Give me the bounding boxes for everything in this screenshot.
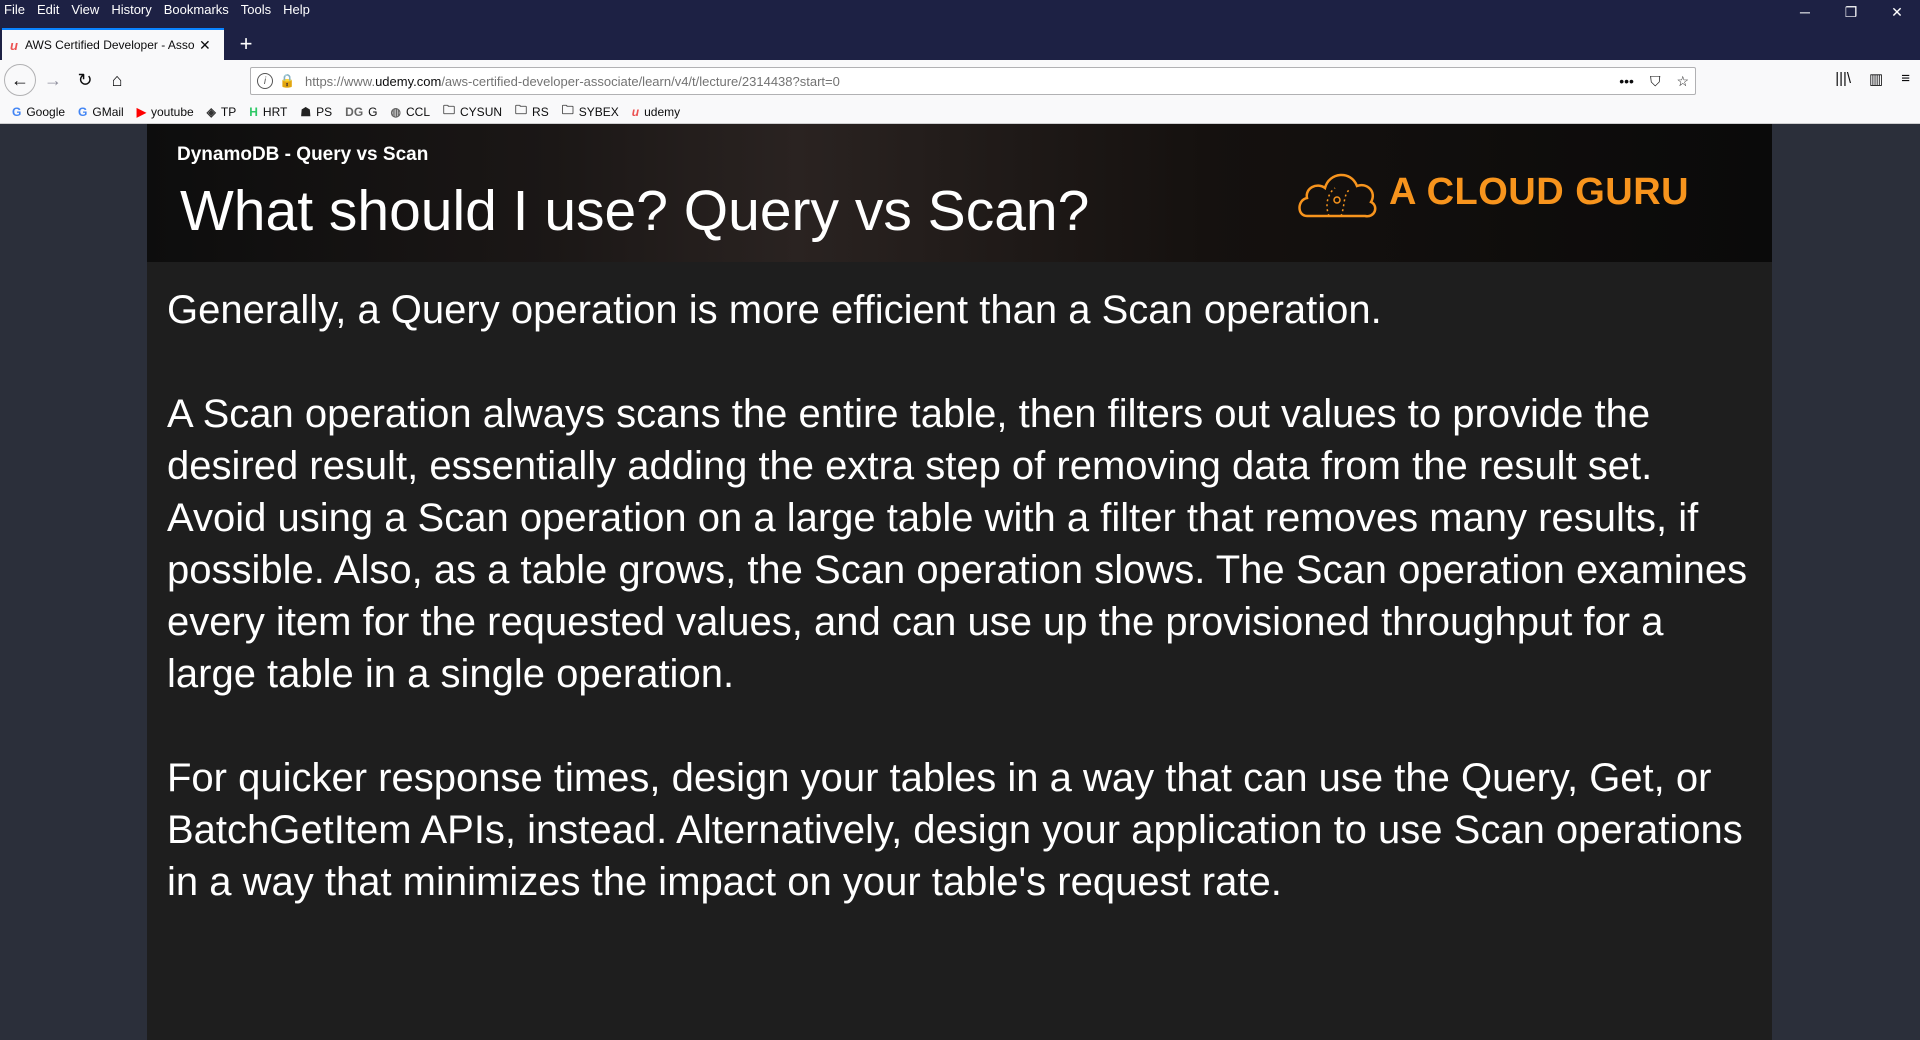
menu-bookmarks[interactable]: Bookmarks	[164, 2, 229, 17]
bookmark-tp[interactable]: ◈ TP	[207, 105, 237, 119]
globe-icon: ◍	[390, 104, 401, 119]
menu-history[interactable]: History	[111, 2, 151, 17]
bookmarks-bar: G Google G GMail ▶ youtube ◈ TP H HRT ☗ PS DG G…	[0, 100, 1920, 124]
bookmark-label: HRT	[262, 104, 288, 119]
restore-icon[interactable]: ❐	[1828, 0, 1874, 24]
folder-icon: 🗀	[561, 103, 574, 117]
logo-text: A CLOUD GURU	[1389, 170, 1690, 213]
bookmark-label: SYBEX	[578, 104, 619, 119]
title-bar: File Edit View History Bookmarks Tools H…	[0, 0, 1920, 24]
tab-active[interactable]: u AWS Certified Developer - Asso ✕	[2, 28, 224, 60]
bookmark-google[interactable]: G Google	[12, 105, 65, 119]
new-tab-button[interactable]: +	[230, 28, 262, 60]
bookmark-udemy[interactable]: u udemy	[632, 105, 680, 119]
url-bar[interactable]: i 🔒 https://www.udemy.com/aws-certified-…	[250, 67, 1696, 95]
pocket-icon[interactable]: ⛉	[1650, 73, 1661, 90]
bookmark-hrt[interactable]: H HRT	[249, 105, 287, 119]
bookmark-label: Google	[26, 104, 66, 119]
dg-icon: DG	[345, 104, 364, 119]
menu-view[interactable]: View	[71, 2, 99, 17]
youtube-icon: ▶	[136, 104, 146, 119]
tab-title: AWS Certified Developer - Asso	[24, 38, 195, 52]
a-cloud-guru-logo: A CLOUD GURU	[1295, 160, 1689, 224]
url-text[interactable]: https://www.udemy.com/aws-certified-deve…	[305, 74, 1609, 89]
bookmark-ccl[interactable]: ◍ CCL	[391, 105, 431, 119]
tab-strip: u AWS Certified Developer - Asso ✕ +	[0, 24, 1920, 60]
sidebar-icon[interactable]: ▥	[1869, 70, 1883, 88]
url-domain: udemy.com	[375, 73, 442, 89]
back-button[interactable]: ←	[4, 64, 36, 96]
toolbar-right: |||\ ▥ ≡	[1835, 70, 1910, 88]
bookmark-ps[interactable]: ☗ PS	[300, 105, 332, 119]
forward-button[interactable]: →	[38, 65, 68, 95]
menu-file[interactable]: File	[4, 2, 25, 17]
ps-icon: ☗	[300, 104, 312, 119]
minimize-icon[interactable]: ─	[1782, 0, 1828, 24]
slide-title: What should I use? Query vs Scan?	[180, 179, 1090, 243]
tab-close-icon[interactable]: ✕	[199, 37, 211, 54]
page-actions-icon[interactable]: •••	[1619, 73, 1634, 90]
url-actions: ••• ⛉ ☆	[1619, 73, 1689, 90]
google-icon: G	[78, 104, 88, 119]
lecture-slide: DynamoDB - Query vs Scan What should I u…	[147, 124, 1772, 1040]
bookmark-rs[interactable]: 🗀 RS	[515, 101, 549, 122]
udemy-icon: u	[631, 104, 640, 119]
folder-icon: 🗀	[515, 103, 528, 117]
bookmark-label: CYSUN	[460, 104, 503, 119]
menu-edit[interactable]: Edit	[37, 2, 59, 17]
close-window-icon[interactable]: ✕	[1874, 0, 1920, 24]
hackerrank-icon: H	[249, 104, 258, 119]
menu-tools[interactable]: Tools	[241, 2, 271, 17]
lecture-label: DynamoDB - Query vs Scan	[177, 144, 429, 165]
bookmark-label: udemy	[644, 104, 681, 119]
cloud-logo-icon	[1298, 173, 1377, 218]
window-controls: ─ ❐ ✕	[1782, 0, 1920, 24]
google-icon: G	[12, 104, 22, 119]
bookmark-cysun[interactable]: 🗀 CYSUN	[443, 101, 502, 122]
bookmark-sybex[interactable]: 🗀 SYBEX	[562, 101, 619, 122]
bookmark-youtube[interactable]: ▶ youtube	[137, 105, 194, 119]
url-prefix: https://www.	[305, 73, 376, 89]
bookmark-label: CCL	[405, 104, 430, 119]
bookmark-star-icon[interactable]: ☆	[1676, 73, 1689, 90]
video-stage[interactable]: DynamoDB - Query vs Scan What should I u…	[0, 124, 1920, 1040]
lock-icon[interactable]: 🔒	[279, 73, 297, 89]
bookmark-label: RS	[532, 104, 549, 119]
site-info-icon[interactable]: i	[257, 73, 273, 89]
bookmark-label: PS	[316, 104, 333, 119]
slide-paragraph: A Scan operation always scans the entire…	[167, 392, 1748, 696]
tp-icon: ◈	[206, 104, 216, 119]
slide-paragraph: Generally, a Query operation is more eff…	[167, 288, 1382, 332]
slide-paragraph: For quicker response times, design your …	[167, 756, 1743, 904]
bookmark-label: G	[368, 104, 378, 119]
url-path: /aws-certified-developer-associate/learn…	[441, 73, 840, 89]
slide-body: Generally, a Query operation is more eff…	[167, 284, 1752, 960]
folder-icon: 🗀	[443, 103, 456, 117]
menu-help[interactable]: Help	[283, 2, 310, 17]
slide-header: DynamoDB - Query vs Scan What should I u…	[147, 124, 1772, 262]
hamburger-menu-icon[interactable]: ≡	[1901, 70, 1910, 88]
menu-bar: File Edit View History Bookmarks Tools H…	[4, 2, 310, 17]
navigation-bar: ← → ↻ ⌂ i 🔒 https://www.udemy.com/aws-ce…	[0, 60, 1920, 100]
udemy-favicon-icon: u	[10, 37, 18, 53]
bookmark-label: youtube	[150, 104, 194, 119]
bookmark-label: GMail	[92, 104, 124, 119]
bookmark-label: TP	[220, 104, 237, 119]
bookmark-gmail[interactable]: G GMail	[78, 105, 124, 119]
bookmark-g[interactable]: DG G	[345, 105, 377, 119]
library-icon[interactable]: |||\	[1835, 70, 1851, 88]
home-button[interactable]: ⌂	[102, 65, 132, 95]
reload-button[interactable]: ↻	[70, 65, 100, 95]
